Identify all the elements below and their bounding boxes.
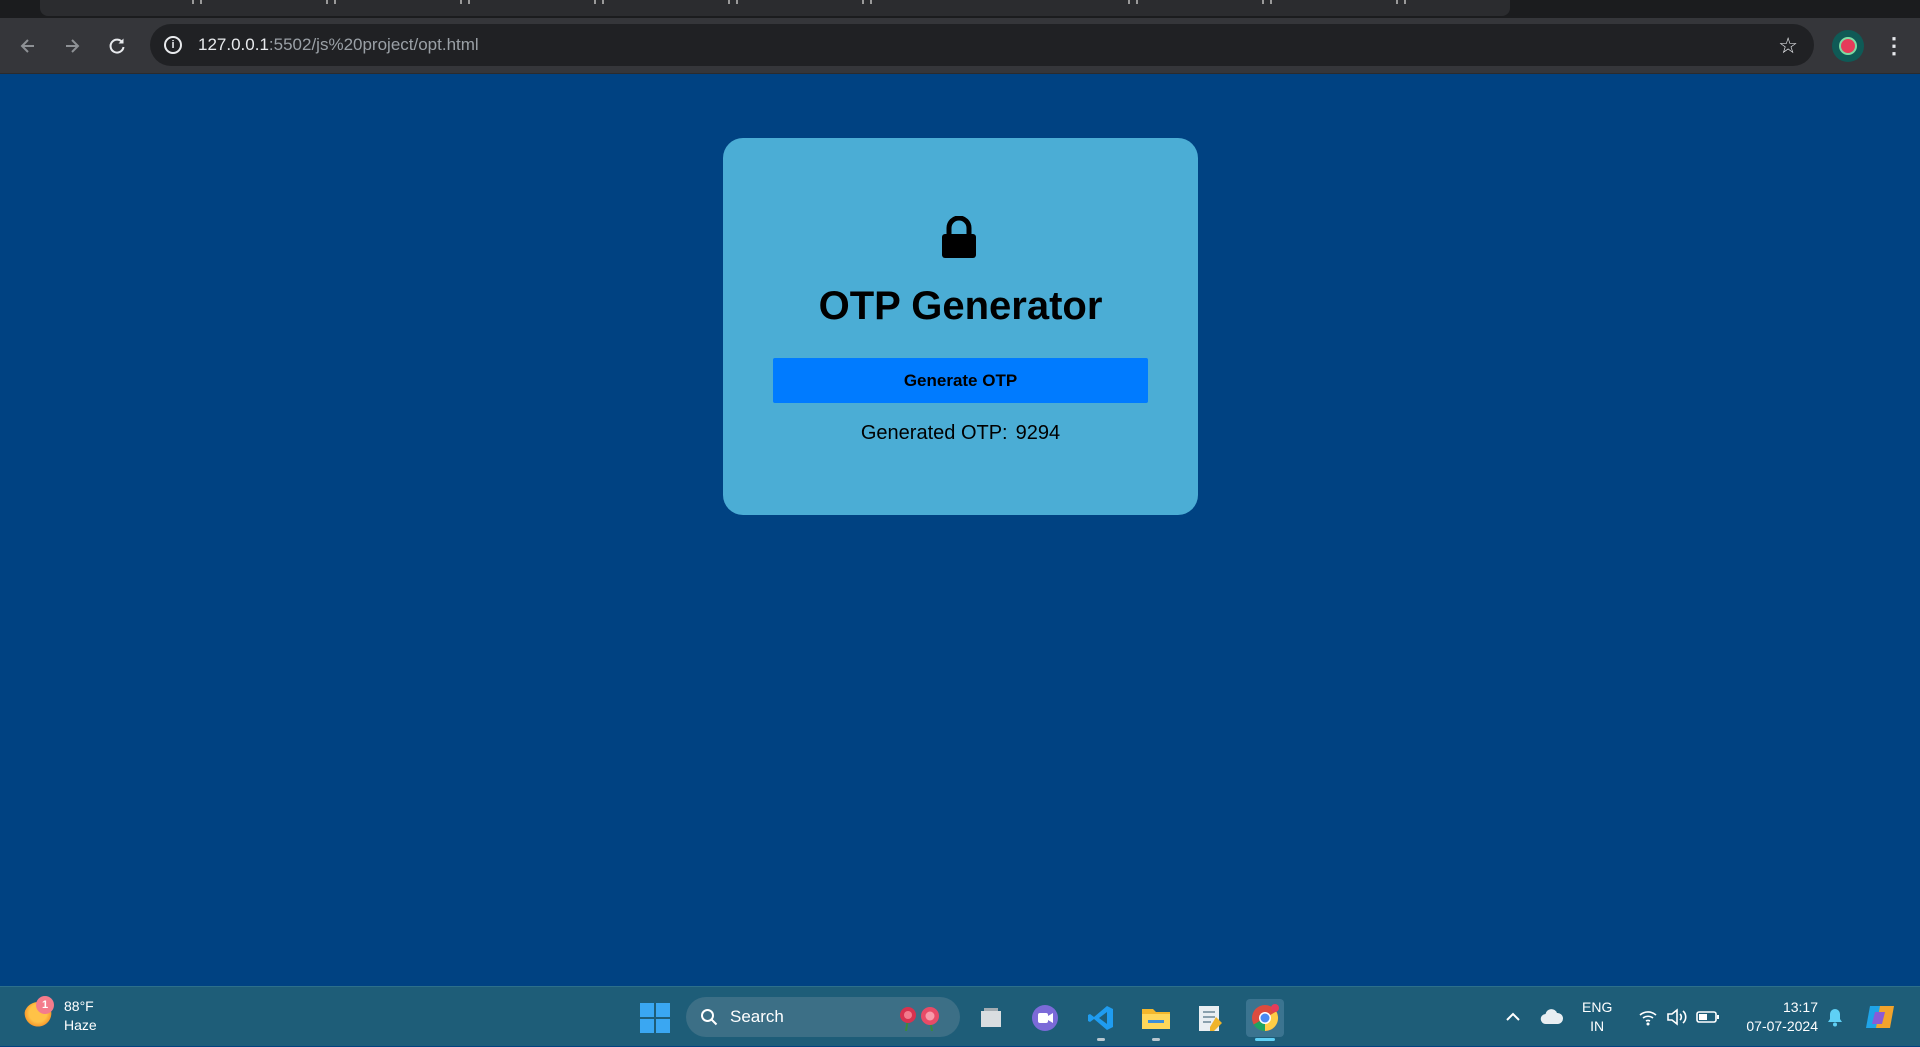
- otp-label: Generated OTP:: [860, 422, 1008, 444]
- chrome-app[interactable]: [1246, 999, 1284, 1041]
- task-view-icon: [981, 1008, 1001, 1027]
- reload-icon: [109, 38, 125, 54]
- video-call-app[interactable]: [1026, 999, 1064, 1037]
- browser-toolbar: i 127.0.0.1:5502/js%20project/opt.html ☆…: [0, 18, 1920, 74]
- otp-result: Generated OTP: 9294: [723, 422, 1198, 445]
- copilot-icon: [1866, 1006, 1894, 1028]
- running-indicator: [1255, 1038, 1275, 1041]
- clock[interactable]: 13:17 07-07-2024: [1738, 987, 1818, 1047]
- notepad-app[interactable]: [1191, 999, 1229, 1037]
- copilot-tray[interactable]: [1864, 987, 1896, 1047]
- taskbar: 1 88°F Haze Search ENG IN 13:17 07-07-20…: [0, 986, 1920, 1046]
- notifications-tray[interactable]: [1826, 987, 1844, 1047]
- tab-favicon: [1396, 0, 1406, 4]
- weather-widget[interactable]: 1 88°F Haze: [24, 996, 97, 1035]
- tab-favicon: [728, 0, 738, 4]
- weather-haze-icon: 1: [24, 996, 54, 1030]
- otp-card: OTP Generator Generate OTP Generated OTP…: [723, 138, 1198, 515]
- tab[interactable]: [40, 0, 1510, 16]
- speaker-icon: [1667, 1008, 1687, 1026]
- battery-tray[interactable]: [1696, 987, 1720, 1047]
- url-text[interactable]: 127.0.0.1:5502/js%20project/opt.html: [198, 35, 479, 55]
- tab-favicon: [1262, 0, 1272, 4]
- language-code: ENG: [1582, 999, 1613, 1015]
- tab-favicon: [862, 0, 872, 4]
- weather-temperature: 88°F: [64, 998, 94, 1014]
- taskbar-search[interactable]: Search: [686, 997, 960, 1037]
- url-host: 127.0.0.1: [198, 35, 269, 54]
- address-bar[interactable]: i 127.0.0.1:5502/js%20project/opt.html ☆: [150, 24, 1814, 66]
- running-indicator: [1152, 1038, 1160, 1041]
- vscode-icon: [1088, 1006, 1113, 1030]
- arrow-right-icon: [66, 39, 80, 53]
- page-title: OTP Generator: [818, 284, 1103, 328]
- volume-tray[interactable]: [1666, 987, 1688, 1047]
- notification-badge: 1: [36, 996, 54, 1014]
- lock-icon: [942, 216, 976, 258]
- file-explorer-app[interactable]: [1137, 999, 1175, 1041]
- back-button[interactable]: [14, 32, 42, 60]
- network-tray[interactable]: [1638, 987, 1658, 1047]
- tab-favicon: [326, 0, 336, 4]
- tray-overflow[interactable]: [1504, 987, 1522, 1047]
- weather-text: 88°F Haze: [64, 997, 97, 1035]
- bookmark-star-icon[interactable]: ☆: [1778, 33, 1798, 59]
- chevron-up-icon: [1506, 1012, 1520, 1021]
- profile-avatar[interactable]: [1832, 30, 1864, 62]
- chrome-icon: [1252, 1004, 1279, 1032]
- page-viewport: OTP Generator Generate OTP Generated OTP…: [0, 75, 1920, 986]
- tab-strip: [0, 0, 1920, 18]
- site-info-icon[interactable]: i: [164, 36, 182, 54]
- task-view-app[interactable]: [972, 999, 1010, 1037]
- browser-menu-icon[interactable]: ⋮: [1880, 32, 1908, 60]
- tab-favicon: [192, 0, 202, 4]
- running-indicator: [1097, 1038, 1105, 1041]
- otp-value: 9294: [1015, 422, 1061, 444]
- region-code: IN: [1590, 1018, 1605, 1034]
- reload-button[interactable]: [103, 32, 131, 60]
- vscode-app[interactable]: [1082, 999, 1120, 1041]
- bell-icon: [1828, 1009, 1842, 1027]
- generate-otp-button[interactable]: Generate OTP: [773, 358, 1148, 403]
- cloud-icon: [1540, 1009, 1564, 1025]
- battery-icon: [1696, 1011, 1719, 1023]
- search-icon: [701, 1009, 718, 1026]
- tab-favicon: [594, 0, 604, 4]
- clock-date: 07-07-2024: [1746, 1018, 1818, 1034]
- onedrive-tray[interactable]: [1540, 987, 1564, 1047]
- folder-icon: [1142, 1009, 1170, 1029]
- avatar: [1839, 37, 1857, 55]
- tab-favicon: [460, 0, 470, 4]
- windows-start-icon[interactable]: [640, 1003, 670, 1033]
- video-camera-icon: [1032, 1005, 1058, 1031]
- weather-condition: Haze: [64, 1017, 97, 1033]
- search-label: Search: [730, 1007, 784, 1026]
- arrow-left-icon: [20, 39, 34, 53]
- tab-favicon: [1128, 0, 1138, 4]
- wifi-icon: [1639, 1011, 1657, 1026]
- forward-button[interactable]: [58, 32, 86, 60]
- clock-time: 13:17: [1782, 999, 1818, 1015]
- flowers-icon: [900, 1007, 939, 1031]
- notepad-icon: [1199, 1006, 1222, 1031]
- url-path: :5502/js%20project/opt.html: [268, 35, 479, 54]
- language-indicator[interactable]: ENG IN: [1582, 987, 1612, 1047]
